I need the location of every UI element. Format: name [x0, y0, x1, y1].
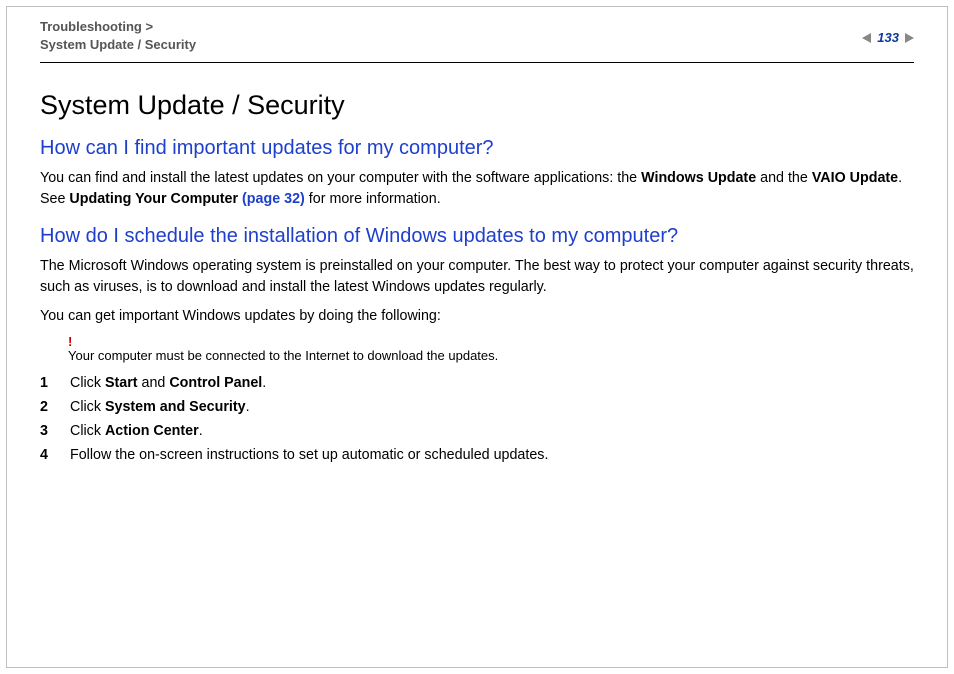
- warning-icon: !: [68, 335, 914, 348]
- bold-term: Windows Update: [641, 170, 756, 186]
- header-divider: [40, 62, 914, 63]
- breadcrumb-level-1[interactable]: Troubleshooting: [40, 19, 153, 34]
- text-run: Click: [70, 375, 105, 391]
- step-item: Click Start and Control Panel.: [40, 371, 914, 395]
- section-1-paragraph: You can find and install the latest upda…: [40, 168, 914, 209]
- text-run: Follow the on-screen instructions to set…: [70, 447, 548, 463]
- text-run: and: [138, 375, 170, 391]
- section-2-paragraph-1: The Microsoft Windows operating system i…: [40, 256, 914, 297]
- page-number-group: 133: [862, 30, 914, 45]
- bold-term: Control Panel: [169, 375, 262, 391]
- text-run: You can find and install the latest upda…: [40, 170, 641, 186]
- section-heading-2: How do I schedule the installation of Wi…: [40, 225, 914, 248]
- text-run: .: [199, 423, 203, 439]
- bold-term: Updating Your Computer: [69, 191, 242, 207]
- text-run: .: [246, 399, 250, 415]
- breadcrumb[interactable]: Troubleshooting System Update / Security: [40, 18, 914, 53]
- step-item: Click Action Center.: [40, 419, 914, 443]
- step-item: Click System and Security.: [40, 395, 914, 419]
- steps-list: Click Start and Control Panel. Click Sys…: [40, 371, 914, 468]
- text-run: and the: [756, 170, 812, 186]
- page-title: System Update / Security: [40, 90, 914, 121]
- prev-page-arrow-icon[interactable]: [862, 33, 871, 43]
- next-page-arrow-icon[interactable]: [905, 33, 914, 43]
- warning-note: ! Your computer must be connected to the…: [68, 335, 914, 363]
- bold-term: Action Center: [105, 423, 199, 439]
- breadcrumb-level-2[interactable]: System Update / Security: [40, 37, 196, 52]
- bold-term: VAIO Update: [812, 170, 898, 186]
- text-run: .: [262, 375, 266, 391]
- section-heading-1: How can I find important updates for my …: [40, 137, 914, 160]
- bold-term: System and Security: [105, 399, 246, 415]
- step-item: Follow the on-screen instructions to set…: [40, 443, 914, 467]
- text-run: for more information.: [305, 191, 441, 207]
- page-header: Troubleshooting System Update / Security…: [40, 18, 914, 62]
- text-run: Click: [70, 399, 105, 415]
- content-area: System Update / Security How can I find …: [40, 90, 914, 468]
- cross-reference-link[interactable]: (page 32): [242, 191, 305, 207]
- warning-text: Your computer must be connected to the I…: [68, 348, 914, 363]
- page-number: 133: [877, 30, 899, 45]
- section-2-paragraph-2: You can get important Windows updates by…: [40, 306, 914, 327]
- bold-term: Start: [105, 375, 138, 391]
- text-run: Click: [70, 423, 105, 439]
